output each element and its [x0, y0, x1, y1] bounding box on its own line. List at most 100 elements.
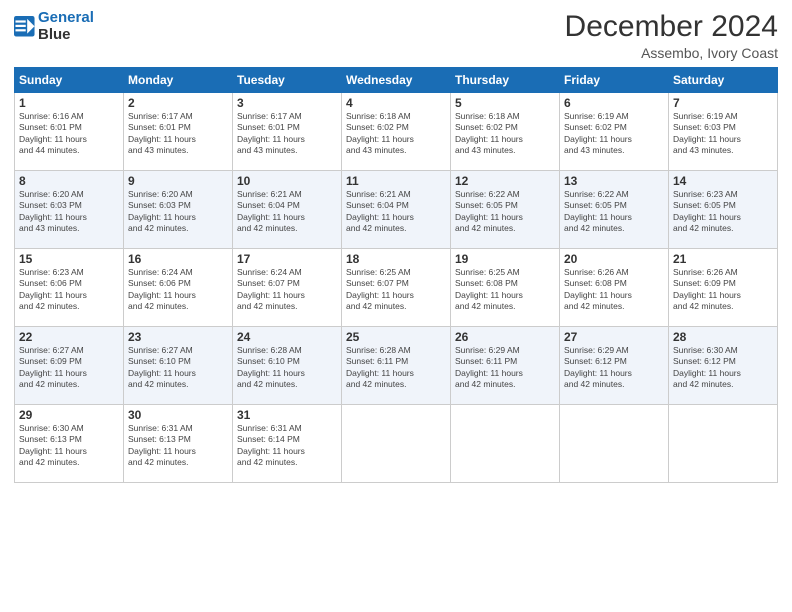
day-number: 2	[128, 96, 228, 110]
day-detail: Sunrise: 6:26 AM Sunset: 6:08 PM Dayligh…	[564, 267, 664, 313]
day-detail: Sunrise: 6:18 AM Sunset: 6:02 PM Dayligh…	[346, 111, 446, 157]
calendar-week-1: 1Sunrise: 6:16 AM Sunset: 6:01 PM Daylig…	[15, 93, 778, 171]
calendar-cell	[342, 405, 451, 483]
day-detail: Sunrise: 6:29 AM Sunset: 6:12 PM Dayligh…	[564, 345, 664, 391]
calendar-cell	[669, 405, 778, 483]
header: GeneralBlue December 2024 Assembo, Ivory…	[14, 10, 778, 61]
day-detail: Sunrise: 6:27 AM Sunset: 6:09 PM Dayligh…	[19, 345, 119, 391]
day-number: 3	[237, 96, 337, 110]
day-number: 19	[455, 252, 555, 266]
calendar-cell: 13Sunrise: 6:22 AM Sunset: 6:05 PM Dayli…	[560, 171, 669, 249]
day-detail: Sunrise: 6:27 AM Sunset: 6:10 PM Dayligh…	[128, 345, 228, 391]
calendar-cell: 9Sunrise: 6:20 AM Sunset: 6:03 PM Daylig…	[124, 171, 233, 249]
logo: GeneralBlue	[14, 10, 94, 43]
day-number: 12	[455, 174, 555, 188]
header-cell-wednesday: Wednesday	[342, 68, 451, 93]
logo-text: GeneralBlue	[38, 10, 94, 43]
calendar-cell: 7Sunrise: 6:19 AM Sunset: 6:03 PM Daylig…	[669, 93, 778, 171]
day-detail: Sunrise: 6:19 AM Sunset: 6:02 PM Dayligh…	[564, 111, 664, 157]
day-number: 27	[564, 330, 664, 344]
day-number: 6	[564, 96, 664, 110]
day-detail: Sunrise: 6:21 AM Sunset: 6:04 PM Dayligh…	[346, 189, 446, 235]
day-number: 20	[564, 252, 664, 266]
day-number: 30	[128, 408, 228, 422]
calendar-week-3: 15Sunrise: 6:23 AM Sunset: 6:06 PM Dayli…	[15, 249, 778, 327]
calendar-cell: 20Sunrise: 6:26 AM Sunset: 6:08 PM Dayli…	[560, 249, 669, 327]
day-detail: Sunrise: 6:30 AM Sunset: 6:12 PM Dayligh…	[673, 345, 773, 391]
day-detail: Sunrise: 6:17 AM Sunset: 6:01 PM Dayligh…	[237, 111, 337, 157]
day-number: 21	[673, 252, 773, 266]
day-number: 7	[673, 96, 773, 110]
day-detail: Sunrise: 6:19 AM Sunset: 6:03 PM Dayligh…	[673, 111, 773, 157]
day-number: 18	[346, 252, 446, 266]
day-detail: Sunrise: 6:28 AM Sunset: 6:10 PM Dayligh…	[237, 345, 337, 391]
calendar-cell: 6Sunrise: 6:19 AM Sunset: 6:02 PM Daylig…	[560, 93, 669, 171]
calendar-cell: 24Sunrise: 6:28 AM Sunset: 6:10 PM Dayli…	[233, 327, 342, 405]
day-detail: Sunrise: 6:23 AM Sunset: 6:05 PM Dayligh…	[673, 189, 773, 235]
calendar-cell: 18Sunrise: 6:25 AM Sunset: 6:07 PM Dayli…	[342, 249, 451, 327]
title-block: December 2024 Assembo, Ivory Coast	[565, 10, 778, 61]
day-number: 29	[19, 408, 119, 422]
calendar-cell: 16Sunrise: 6:24 AM Sunset: 6:06 PM Dayli…	[124, 249, 233, 327]
day-detail: Sunrise: 6:25 AM Sunset: 6:07 PM Dayligh…	[346, 267, 446, 313]
day-number: 8	[19, 174, 119, 188]
header-cell-friday: Friday	[560, 68, 669, 93]
header-cell-sunday: Sunday	[15, 68, 124, 93]
calendar-cell	[451, 405, 560, 483]
day-number: 15	[19, 252, 119, 266]
calendar-cell: 3Sunrise: 6:17 AM Sunset: 6:01 PM Daylig…	[233, 93, 342, 171]
day-detail: Sunrise: 6:29 AM Sunset: 6:11 PM Dayligh…	[455, 345, 555, 391]
calendar-cell: 27Sunrise: 6:29 AM Sunset: 6:12 PM Dayli…	[560, 327, 669, 405]
location: Assembo, Ivory Coast	[565, 45, 778, 61]
day-number: 14	[673, 174, 773, 188]
calendar-body: 1Sunrise: 6:16 AM Sunset: 6:01 PM Daylig…	[15, 93, 778, 483]
day-detail: Sunrise: 6:30 AM Sunset: 6:13 PM Dayligh…	[19, 423, 119, 469]
calendar-cell: 17Sunrise: 6:24 AM Sunset: 6:07 PM Dayli…	[233, 249, 342, 327]
day-detail: Sunrise: 6:18 AM Sunset: 6:02 PM Dayligh…	[455, 111, 555, 157]
calendar-cell: 15Sunrise: 6:23 AM Sunset: 6:06 PM Dayli…	[15, 249, 124, 327]
calendar-cell: 25Sunrise: 6:28 AM Sunset: 6:11 PM Dayli…	[342, 327, 451, 405]
day-detail: Sunrise: 6:26 AM Sunset: 6:09 PM Dayligh…	[673, 267, 773, 313]
header-cell-monday: Monday	[124, 68, 233, 93]
day-detail: Sunrise: 6:28 AM Sunset: 6:11 PM Dayligh…	[346, 345, 446, 391]
day-detail: Sunrise: 6:23 AM Sunset: 6:06 PM Dayligh…	[19, 267, 119, 313]
header-cell-tuesday: Tuesday	[233, 68, 342, 93]
day-detail: Sunrise: 6:20 AM Sunset: 6:03 PM Dayligh…	[19, 189, 119, 235]
day-number: 4	[346, 96, 446, 110]
day-number: 16	[128, 252, 228, 266]
day-number: 13	[564, 174, 664, 188]
calendar-week-4: 22Sunrise: 6:27 AM Sunset: 6:09 PM Dayli…	[15, 327, 778, 405]
calendar-cell	[560, 405, 669, 483]
calendar-cell: 10Sunrise: 6:21 AM Sunset: 6:04 PM Dayli…	[233, 171, 342, 249]
calendar-cell: 22Sunrise: 6:27 AM Sunset: 6:09 PM Dayli…	[15, 327, 124, 405]
calendar-week-5: 29Sunrise: 6:30 AM Sunset: 6:13 PM Dayli…	[15, 405, 778, 483]
day-detail: Sunrise: 6:22 AM Sunset: 6:05 PM Dayligh…	[564, 189, 664, 235]
calendar-cell: 23Sunrise: 6:27 AM Sunset: 6:10 PM Dayli…	[124, 327, 233, 405]
day-detail: Sunrise: 6:20 AM Sunset: 6:03 PM Dayligh…	[128, 189, 228, 235]
calendar-cell: 28Sunrise: 6:30 AM Sunset: 6:12 PM Dayli…	[669, 327, 778, 405]
calendar-week-2: 8Sunrise: 6:20 AM Sunset: 6:03 PM Daylig…	[15, 171, 778, 249]
day-number: 25	[346, 330, 446, 344]
calendar-cell: 31Sunrise: 6:31 AM Sunset: 6:14 PM Dayli…	[233, 405, 342, 483]
month-title: December 2024	[565, 10, 778, 43]
calendar-cell: 4Sunrise: 6:18 AM Sunset: 6:02 PM Daylig…	[342, 93, 451, 171]
day-detail: Sunrise: 6:22 AM Sunset: 6:05 PM Dayligh…	[455, 189, 555, 235]
day-number: 28	[673, 330, 773, 344]
calendar-cell: 21Sunrise: 6:26 AM Sunset: 6:09 PM Dayli…	[669, 249, 778, 327]
calendar-cell: 29Sunrise: 6:30 AM Sunset: 6:13 PM Dayli…	[15, 405, 124, 483]
day-number: 10	[237, 174, 337, 188]
day-number: 1	[19, 96, 119, 110]
day-detail: Sunrise: 6:16 AM Sunset: 6:01 PM Dayligh…	[19, 111, 119, 157]
calendar-cell: 19Sunrise: 6:25 AM Sunset: 6:08 PM Dayli…	[451, 249, 560, 327]
day-number: 9	[128, 174, 228, 188]
calendar-cell: 8Sunrise: 6:20 AM Sunset: 6:03 PM Daylig…	[15, 171, 124, 249]
day-number: 24	[237, 330, 337, 344]
calendar-cell: 11Sunrise: 6:21 AM Sunset: 6:04 PM Dayli…	[342, 171, 451, 249]
day-number: 22	[19, 330, 119, 344]
day-detail: Sunrise: 6:17 AM Sunset: 6:01 PM Dayligh…	[128, 111, 228, 157]
day-number: 17	[237, 252, 337, 266]
calendar-cell: 5Sunrise: 6:18 AM Sunset: 6:02 PM Daylig…	[451, 93, 560, 171]
header-cell-thursday: Thursday	[451, 68, 560, 93]
calendar-cell: 26Sunrise: 6:29 AM Sunset: 6:11 PM Dayli…	[451, 327, 560, 405]
calendar-cell: 12Sunrise: 6:22 AM Sunset: 6:05 PM Dayli…	[451, 171, 560, 249]
